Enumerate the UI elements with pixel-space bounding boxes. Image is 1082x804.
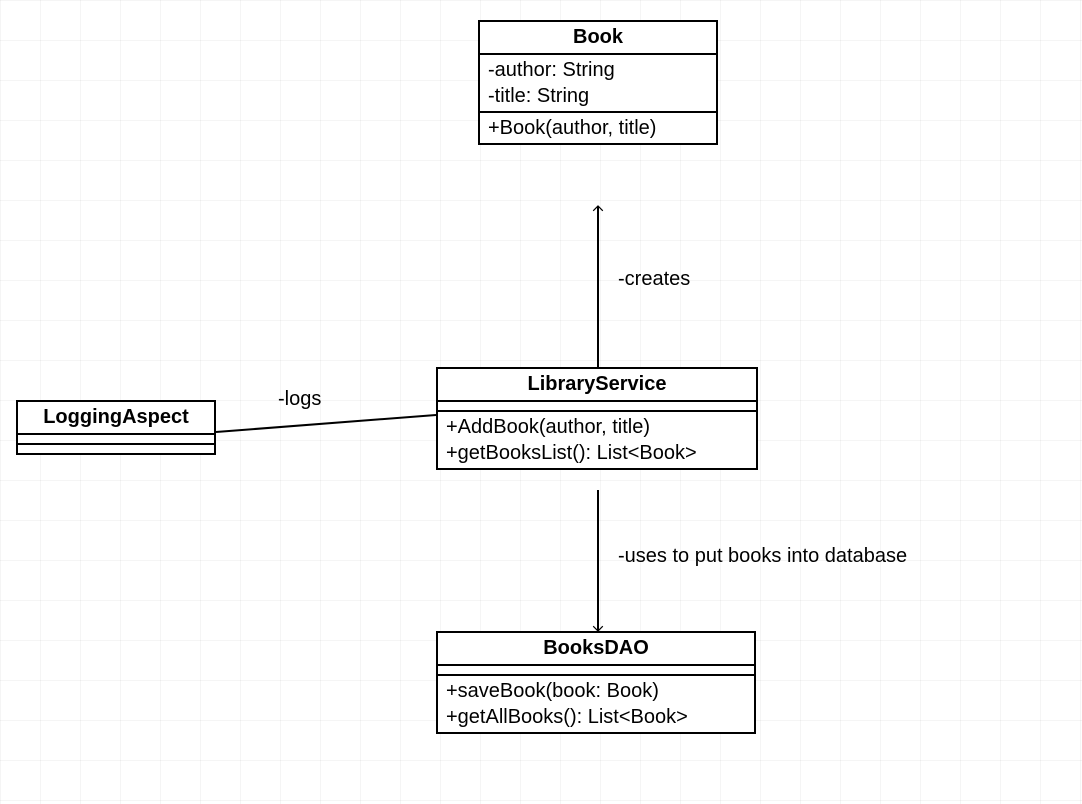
class-book-attr: -author: String xyxy=(488,57,708,83)
label-uses: -uses to put books into database xyxy=(618,545,907,568)
class-logging-aspect[interactable]: LoggingAspect xyxy=(16,400,216,455)
class-library-service-name: LibraryService xyxy=(438,369,756,402)
class-book-op: +Book(author, title) xyxy=(488,115,708,141)
class-books-dao-op: +getAllBooks(): List<Book> xyxy=(446,704,746,730)
class-book-attr: -title: String xyxy=(488,83,708,109)
diagram-canvas: Book -author: String -title: String +Boo… xyxy=(0,0,1082,804)
class-book[interactable]: Book -author: String -title: String +Boo… xyxy=(478,20,718,145)
class-books-dao[interactable]: BooksDAO +saveBook(book: Book) +getAllBo… xyxy=(436,631,756,734)
class-book-attrs: -author: String -title: String xyxy=(480,55,716,113)
class-logging-aspect-attrs xyxy=(18,435,214,445)
label-creates: -creates xyxy=(618,268,690,291)
class-books-dao-op: +saveBook(book: Book) xyxy=(446,678,746,704)
class-library-service[interactable]: LibraryService +AddBook(author, title) +… xyxy=(436,367,758,470)
label-logs: -logs xyxy=(278,388,321,411)
class-book-ops: +Book(author, title) xyxy=(480,113,716,143)
class-library-service-ops: +AddBook(author, title) +getBooksList():… xyxy=(438,412,756,468)
class-books-dao-name: BooksDAO xyxy=(438,633,754,666)
class-books-dao-ops: +saveBook(book: Book) +getAllBooks(): Li… xyxy=(438,676,754,732)
class-logging-aspect-ops xyxy=(18,445,214,453)
class-library-service-attrs xyxy=(438,402,756,412)
class-library-service-op: +AddBook(author, title) xyxy=(446,414,748,440)
edge-logs xyxy=(216,415,436,432)
class-library-service-op: +getBooksList(): List<Book> xyxy=(446,440,748,466)
class-book-name: Book xyxy=(480,22,716,55)
class-books-dao-attrs xyxy=(438,666,754,676)
class-logging-aspect-name: LoggingAspect xyxy=(18,402,214,435)
